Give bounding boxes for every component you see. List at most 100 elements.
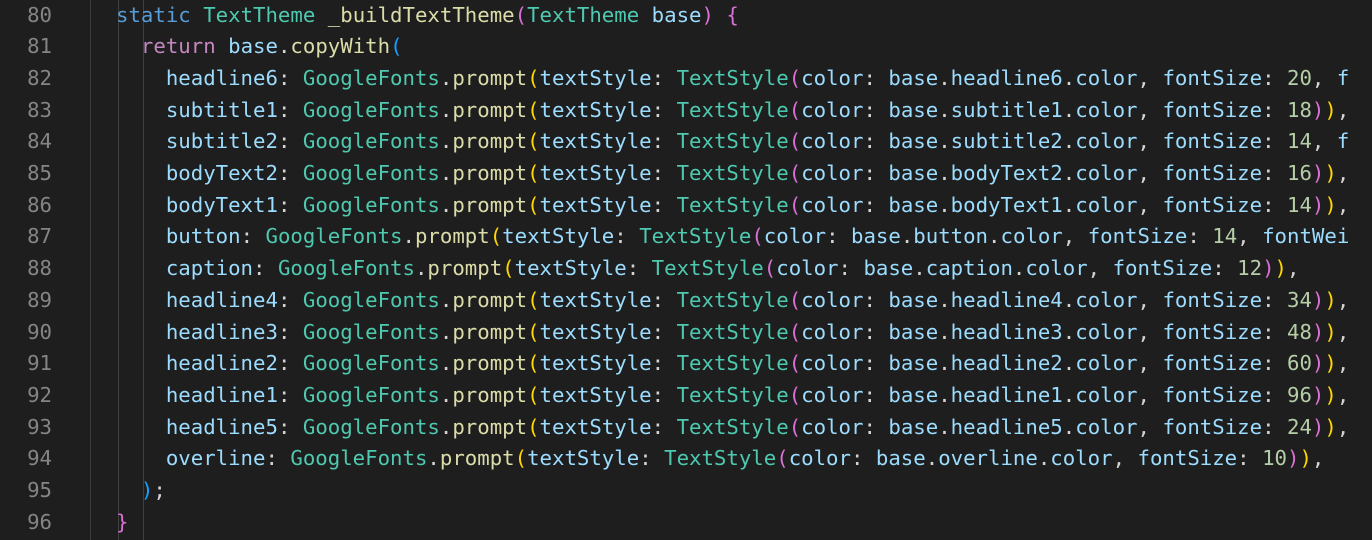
code-line[interactable]: 96} [0,507,1372,539]
code-text[interactable]: subtitle1: GoogleFonts.prompt(textStyle:… [116,95,1350,127]
code-token: . [938,382,951,407]
code-token: ( [788,414,802,439]
code-token: : [863,351,889,376]
line-number: 81 [27,34,52,59]
code-text[interactable]: headline3: GoogleFonts.prompt(textStyle:… [116,317,1350,349]
code-token: , [1137,287,1163,312]
code-text[interactable]: headline4: GoogleFonts.prompt(textStyle:… [116,285,1350,317]
code-text[interactable]: } [116,507,128,539]
code-line[interactable]: 80 static TextTheme _buildTextTheme(TextT… [0,0,1372,31]
code-token: . [402,224,415,249]
code-token: ( [527,287,540,312]
code-token: ) [1311,97,1325,122]
code-line[interactable]: 94 overline: GoogleFonts.prompt(textStyl… [0,443,1372,475]
code-text[interactable]: bodyText1: GoogleFonts.prompt(textStyle:… [116,190,1350,222]
code-text[interactable]: bodyText2: GoogleFonts.prompt(textStyle:… [116,158,1350,190]
code-line[interactable]: 81 return base.copyWith( [0,31,1372,63]
code-line[interactable]: 95 ); [0,475,1372,507]
code-text[interactable]: static TextTheme _buildTextTheme(TextThe… [116,0,739,31]
code-token: ( [527,414,540,439]
code-line[interactable]: 87 button: GoogleFonts.prompt(textStyle:… [0,221,1372,253]
line-number: 95 [27,478,52,502]
code-token: . [1037,446,1051,471]
code-token: base [888,287,939,312]
code-line[interactable]: 90 headline3: GoogleFonts.prompt(textSty… [0,317,1372,349]
code-token: TextTheme [527,2,640,27]
code-token: color [1025,256,1088,281]
code-token: color [801,414,864,439]
code-line[interactable]: 91 headline2: GoogleFonts.prompt(textSty… [0,348,1372,380]
code-token: GoogleFonts [290,446,428,471]
code-token: 12 [1237,256,1263,281]
code-text[interactable]: headline1: GoogleFonts.prompt(textStyle:… [116,380,1350,412]
code-text[interactable]: button: GoogleFonts.prompt(textStyle: Te… [116,221,1349,253]
code-token: textStyle [539,161,652,185]
code-token: GoogleFonts [265,224,403,249]
code-token: headline5 [950,414,1063,439]
code-token: ( [527,65,540,90]
code-token: , [1336,382,1350,407]
code-editor[interactable]: 80 static TextTheme _buildTextTheme(TextT… [0,0,1372,540]
code-text[interactable]: overline: GoogleFonts.prompt(textStyle: … [116,443,1325,475]
code-line[interactable]: 92 headline1: GoogleFonts.prompt(textSty… [0,380,1372,412]
code-token: : [277,319,303,344]
code-text[interactable]: subtitle2: GoogleFonts.prompt(textStyle:… [116,126,1349,158]
code-token: overline [165,446,266,471]
code-token: ( [776,446,789,471]
line-number: 86 [27,192,52,217]
code-token: f [1336,65,1350,90]
code-line[interactable]: 89 headline4: GoogleFonts.prompt(textSty… [0,285,1372,317]
code-text[interactable]: caption: GoogleFonts.prompt(textStyle: T… [116,253,1300,285]
code-token: GoogleFonts [302,351,440,376]
code-token: , [1336,192,1350,217]
code-token: ) [1311,161,1325,185]
code-token: GoogleFonts [302,414,440,439]
code-token: , [1336,351,1350,376]
code-token: textStyle [502,224,615,249]
code-token: fontSize [1162,287,1263,312]
code-token: 10 [1262,446,1287,471]
code-token: 14 [1212,224,1238,249]
code-token: fontSize [1137,446,1238,471]
code-token: color [776,256,839,281]
code-token: color [1075,192,1138,217]
code-token: : [1262,319,1287,344]
line-number: 80 [27,2,52,27]
code-token: color [1075,319,1138,344]
code-line[interactable]: 88 caption: GoogleFonts.prompt(textStyle… [0,253,1372,285]
code-token: , [1137,129,1163,154]
code-token: ( [788,192,802,217]
code-token: color [788,446,851,471]
code-line[interactable]: 84 subtitle2: GoogleFonts.prompt(textSty… [0,126,1372,158]
code-token: ) [1324,287,1337,312]
code-token: ( [763,256,777,281]
code-text[interactable]: ); [116,475,166,507]
code-token: . [439,97,453,122]
code-token: f [1336,129,1350,154]
code-token: , [1137,351,1163,376]
code-text[interactable]: headline2: GoogleFonts.prompt(textStyle:… [116,348,1350,380]
code-line[interactable]: 83 subtitle1: GoogleFonts.prompt(textSty… [0,95,1372,127]
code-line[interactable]: 85 bodyText2: GoogleFonts.prompt(textSty… [0,158,1372,190]
code-token: . [277,34,291,59]
code-token: . [1062,287,1076,312]
code-token: . [938,161,951,185]
code-line[interactable]: 93 headline5: GoogleFonts.prompt(textSty… [0,412,1372,444]
code-text[interactable]: return base.copyWith( [116,31,403,63]
code-token: GoogleFonts [302,192,440,217]
code-token: fontSize [1162,414,1263,439]
code-token: , [1137,192,1163,217]
code-token: ( [788,161,802,185]
code-token: . [1062,414,1076,439]
code-line[interactable]: 86 bodyText1: GoogleFonts.prompt(textSty… [0,190,1372,222]
code-token: 60 [1287,351,1312,376]
code-token: base [888,97,939,122]
code-token: , [1336,319,1350,344]
code-token: , [1237,224,1263,249]
code-text[interactable]: headline6: GoogleFonts.prompt(textStyle:… [116,63,1349,95]
code-line[interactable]: 82 headline6: GoogleFonts.prompt(textSty… [0,63,1372,95]
code-text[interactable]: headline5: GoogleFonts.prompt(textStyle:… [116,412,1350,444]
